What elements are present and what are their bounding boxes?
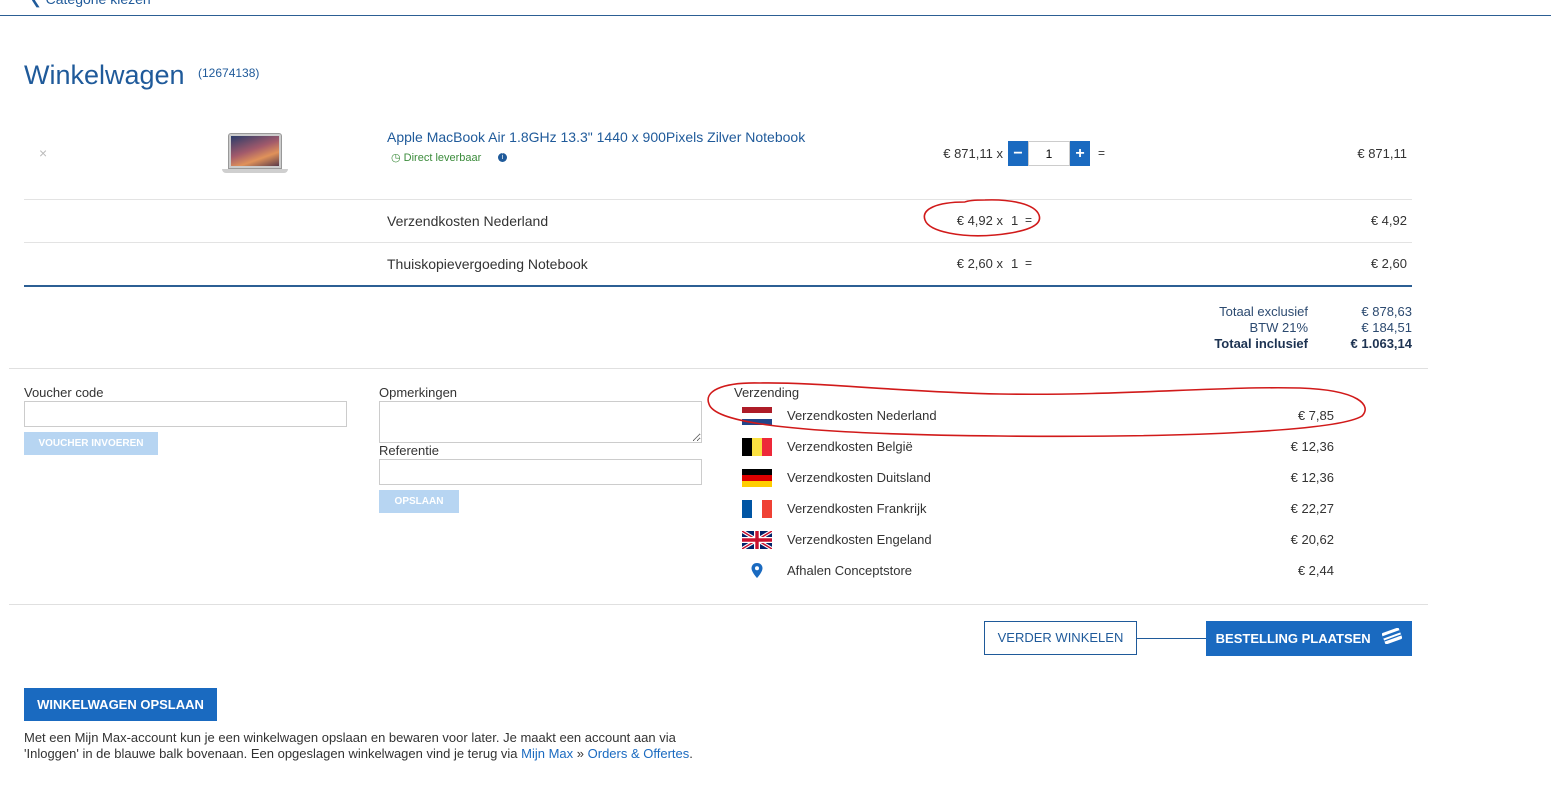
back-to-category-link[interactable]: ❮ Categorie kiezen (30, 0, 151, 8)
remarks-textarea[interactable] (379, 401, 702, 443)
save-cart-button[interactable]: WINKELWAGEN OPSLAAN (24, 688, 217, 721)
flag-be-icon (742, 438, 772, 456)
place-order-label: BESTELLING PLAATSEN (1215, 631, 1371, 646)
save-cart-info-end: . (689, 746, 693, 761)
remarks-label: Opmerkingen (379, 385, 458, 400)
equals-sign: = (1098, 146, 1106, 160)
shipping-option-name: Verzendkosten Engeland (787, 532, 932, 547)
divider (9, 604, 1428, 605)
reference-input[interactable] (379, 459, 702, 485)
shipping-option-gb[interactable]: Verzendkosten Engeland € 20,62 (742, 530, 1342, 550)
breadcrumb-separator: » (573, 746, 588, 761)
shipping-option-name: Afhalen Conceptstore (787, 563, 913, 578)
shipping-option-be[interactable]: Verzendkosten België € 12,36 (742, 437, 1342, 457)
vat-label: BTW 21% (1249, 320, 1308, 335)
page-title: Winkelwagen (24, 60, 185, 90)
line-label: Verzendkosten Nederland (387, 213, 549, 229)
voucher-input[interactable] (24, 401, 347, 427)
shipping-option-price: € 12,36 (1290, 470, 1334, 485)
total-excl-label: Totaal exclusief (1219, 304, 1308, 319)
shipping-option-price: € 20,62 (1290, 532, 1334, 547)
divider (24, 199, 1412, 200)
shipping-option-price: € 22,27 (1290, 501, 1334, 516)
line-total: € 2,60 (1370, 256, 1407, 271)
shipping-option-de[interactable]: Verzendkosten Duitsland € 12,36 (742, 468, 1342, 488)
shipping-option-price: € 12,36 (1290, 439, 1334, 454)
shipping-option-name: Verzendkosten Nederland (787, 408, 937, 423)
shipping-option-name: Verzendkosten Frankrijk (787, 501, 927, 516)
flag-nl-icon (742, 407, 772, 425)
top-breadcrumb-bar: ❮ Categorie kiezen (0, 0, 1551, 16)
line-label: Thuiskopievergoeding Notebook (387, 256, 588, 272)
flag-de-icon (742, 469, 772, 487)
product-unit-price: € 871,11 x (943, 146, 1003, 161)
vat-value: € 184,51 (1361, 320, 1412, 335)
equals-sign: = (1025, 213, 1033, 227)
shipping-option-price: € 7,85 (1297, 408, 1334, 423)
reference-label: Referentie (379, 443, 439, 458)
voucher-submit-button[interactable]: VOUCHER INVOEREN (24, 432, 158, 455)
total-incl-value: € 1.063,14 (1350, 336, 1412, 351)
shipping-option-pickup[interactable]: Afhalen Conceptstore € 2,44 (742, 561, 1342, 581)
total-excl-value: € 878,63 (1361, 304, 1412, 319)
shipping-option-price: € 2,44 (1297, 563, 1334, 578)
my-max-link[interactable]: Mijn Max (521, 746, 573, 761)
stock-status-label: Direct leverbaar (403, 152, 482, 164)
shipping-title: Verzending (734, 385, 800, 400)
cart-lines-bottom-border (24, 285, 1412, 287)
orders-offers-link[interactable]: Orders & Offertes (588, 746, 690, 761)
line-total: € 4,92 (1370, 213, 1407, 228)
total-incl-label: Totaal inclusief (1214, 336, 1308, 351)
continue-shopping-button[interactable]: VERDER WINKELEN (984, 621, 1137, 655)
flag-gb-icon (742, 531, 772, 549)
equals-sign: = (1025, 256, 1033, 270)
save-cart-info: Met een Mijn Max-account kun je een wink… (24, 730, 724, 762)
cart-id: (12674138) (198, 66, 260, 80)
divider (24, 242, 1412, 243)
product-line-total: € 871,11 (1357, 146, 1407, 161)
product-name-link[interactable]: Apple MacBook Air 1.8GHz 13.3" 1440 x 90… (387, 129, 805, 145)
quantity-decrease-button[interactable]: − (1008, 141, 1028, 166)
shipping-option-name: Verzendkosten België (787, 439, 913, 454)
divider (9, 368, 1428, 369)
line-unit-price: € 2,60 x (956, 256, 1003, 271)
quantity-increase-button[interactable]: + (1070, 141, 1090, 166)
voucher-label: Voucher code (24, 385, 104, 400)
remove-item-icon[interactable]: × (39, 145, 47, 161)
button-connector-line (1137, 638, 1206, 639)
line-qty: 1 (1011, 256, 1019, 271)
line-unit-price: € 4,92 x (956, 213, 1003, 228)
credit-card-icon (1382, 622, 1403, 657)
quantity-input[interactable] (1028, 141, 1070, 166)
shipping-option-fr[interactable]: Verzendkosten Frankrijk € 22,27 (742, 499, 1342, 519)
product-thumbnail[interactable] (222, 133, 288, 175)
info-icon[interactable]: i (498, 153, 507, 162)
clock-icon: ◷ (391, 152, 401, 164)
flag-fr-icon (742, 500, 772, 518)
shipping-option-name: Verzendkosten Duitsland (787, 470, 931, 485)
place-order-button[interactable]: BESTELLING PLAATSEN (1206, 621, 1412, 656)
shipping-option-nl[interactable]: Verzendkosten Nederland € 7,85 (742, 406, 1342, 426)
line-qty: 1 (1011, 213, 1019, 228)
save-remarks-button[interactable]: OPSLAAN (379, 490, 459, 513)
stock-status: ◷ Direct leverbaar (391, 151, 481, 164)
map-pin-icon (742, 562, 772, 580)
